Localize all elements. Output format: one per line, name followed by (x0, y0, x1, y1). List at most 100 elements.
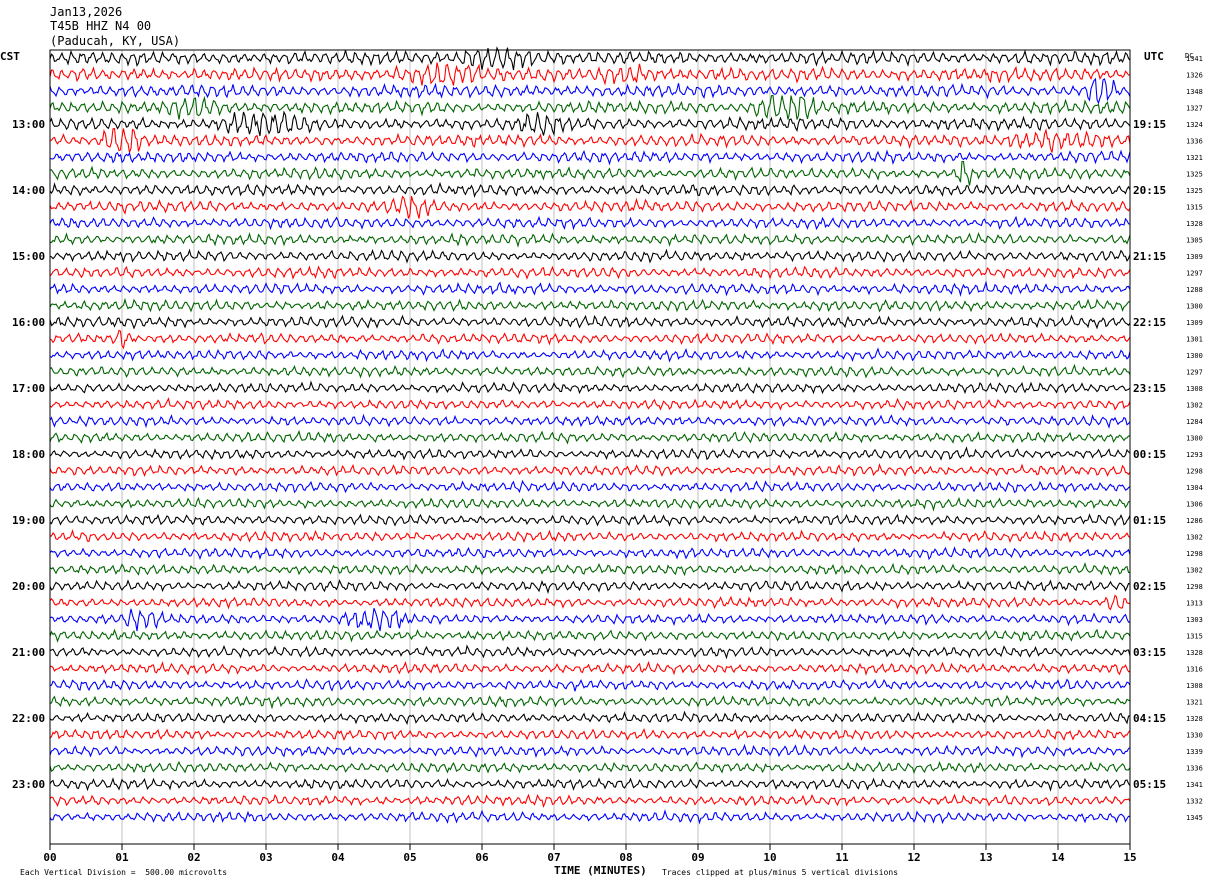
right-hour-label: 19:15 (1133, 118, 1166, 131)
dc-offset-label: 1300 (1186, 303, 1203, 311)
x-axis-ticks: 00 01 02 03 04 05 06 07 08 09 10 11 12 13 14 15 (43, 844, 1137, 864)
dc-offset-label: 1284 (1186, 418, 1203, 426)
dc-offset-label: 1328 (1186, 220, 1203, 228)
dc-offset-label: 1298 (1186, 583, 1203, 591)
x-tick-label: 02 (187, 851, 200, 864)
left-hour-label: 14:00 (12, 184, 45, 197)
trace-line (49, 77, 1131, 105)
trace-line (49, 347, 1131, 363)
dc-offset-label: 1298 (1186, 468, 1203, 476)
left-hour-label: 20:00 (12, 580, 45, 593)
dc-offset-label: 1297 (1186, 270, 1203, 278)
dc-offset-label: 1336 (1186, 138, 1203, 146)
left-hour-labels: 13:00 14:00 15:00 16:00 17:00 18:00 19:00 20:00… (12, 118, 45, 791)
left-hour-label: 17:00 (12, 382, 45, 395)
right-hour-label: 20:15 (1133, 184, 1166, 197)
left-timezone-label: CST (0, 50, 20, 63)
right-hour-label: 23:15 (1133, 382, 1166, 395)
dc-offset-label: 1286 (1186, 517, 1203, 525)
x-tick-label: 10 (763, 851, 776, 864)
dc-offset-label: 1297 (1186, 369, 1203, 377)
dc-offset-label: 1336 (1186, 765, 1203, 773)
right-hour-label: 03:15 (1133, 646, 1166, 659)
trace-line (49, 479, 1131, 494)
dc-offset-label: 1302 (1186, 567, 1203, 575)
x-tick-label: 12 (907, 851, 920, 864)
trace-line (49, 413, 1131, 429)
trace-line (49, 513, 1131, 527)
trace-line (49, 446, 1131, 461)
x-tick-label: 09 (691, 851, 704, 864)
dc-offset-label: 1345 (1186, 814, 1203, 822)
right-timezone-label: UTC (1144, 50, 1164, 63)
trace-line (49, 195, 1131, 219)
trace-line (49, 561, 1130, 577)
left-hour-label: 19:00 (12, 514, 45, 527)
trace-line (49, 809, 1131, 825)
dc-offset-label: 1326 (1186, 72, 1203, 80)
dc-offset-label: 1300 (1186, 352, 1203, 360)
dc-offset-labels: 1341 1326 1348 1327 1324 1336 1321 1325 1325 1315… (1186, 55, 1203, 822)
dc-offset-label: 1321 (1186, 154, 1203, 162)
trace-line (49, 743, 1131, 759)
left-hour-label: 23:00 (12, 778, 45, 791)
trace-line (49, 710, 1131, 726)
scale-note: Each Vertical Division = 500.00 microvol… (20, 868, 227, 877)
trace-line (49, 181, 1131, 199)
trace-line (49, 297, 1131, 313)
dc-offset-label: 1330 (1186, 732, 1203, 740)
dc-offset-label: 1308 (1186, 385, 1203, 393)
trace-line (49, 94, 1131, 120)
left-hour-label: 13:00 (12, 118, 45, 131)
x-tick-label: 03 (259, 851, 272, 864)
left-hour-label: 22:00 (12, 712, 45, 725)
dc-offset-label: 1302 (1186, 402, 1203, 410)
dc-offset-label: 1288 (1186, 286, 1203, 294)
dc-offset-label: 1300 (1186, 435, 1203, 443)
dc-offset-label: 1348 (1186, 88, 1203, 96)
trace-line (49, 329, 1131, 350)
plot-frame (49, 49, 1131, 845)
trace-line (49, 546, 1131, 561)
trace-line (49, 694, 1131, 710)
trace-line (49, 594, 1131, 611)
trace-line (49, 265, 1131, 280)
trace-line (49, 529, 1131, 544)
minute-gridlines (121, 50, 1059, 844)
right-hour-label: 22:15 (1133, 316, 1166, 329)
trace-line (49, 678, 1131, 692)
trace-line (49, 127, 1131, 153)
x-tick-label: 15 (1123, 851, 1136, 864)
right-hour-label: 04:15 (1133, 712, 1166, 725)
trace-line (49, 760, 1131, 775)
dc-offset-label: 1305 (1186, 237, 1203, 245)
dc-offset-label: 1324 (1186, 121, 1203, 129)
trace-line (49, 777, 1131, 792)
x-tick-label: 05 (403, 851, 416, 864)
dc-offset-label: 1293 (1186, 451, 1203, 459)
dc-offset-label: 1306 (1186, 501, 1203, 509)
trace-line (49, 248, 1131, 264)
helicorder-chart: Jan13,2026 T45B HHZ N4 00 (Paducah, KY, … (0, 5, 1203, 877)
seismic-traces (49, 46, 1131, 825)
header-station: T45B HHZ N4 00 (50, 19, 151, 33)
right-hour-label: 02:15 (1133, 580, 1166, 593)
trace-line (49, 628, 1131, 643)
header-location: (Paducah, KY, USA) (50, 34, 180, 48)
dc-offset-label: 1328 (1186, 715, 1203, 723)
x-tick-label: 13 (979, 851, 992, 864)
trace-line (49, 793, 1131, 808)
trace-line (49, 280, 1131, 297)
x-tick-label: 14 (1051, 851, 1065, 864)
left-hour-label: 18:00 (12, 448, 45, 461)
dc-offset-label: 1304 (1186, 484, 1203, 492)
x-tick-label: 06 (475, 851, 489, 864)
x-tick-label: 11 (835, 851, 849, 864)
dc-offset-label: 1302 (1186, 534, 1203, 542)
trace-line (49, 149, 1131, 166)
trace-line (49, 160, 1131, 186)
dc-offset-label: 1327 (1186, 105, 1203, 113)
dc-offset-label: 1316 (1186, 666, 1203, 674)
x-tick-label: 04 (331, 851, 345, 864)
dc-offset-label: 1321 (1186, 699, 1203, 707)
